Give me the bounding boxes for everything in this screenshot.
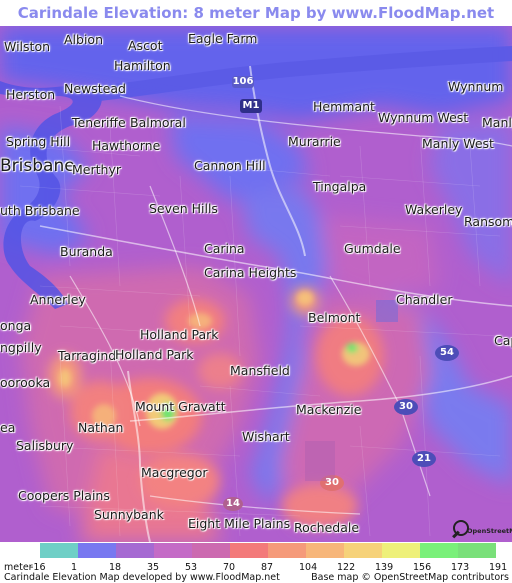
place-label-rochedale: Rochedale [294,520,360,535]
belmont-airport-block [376,300,398,322]
place-label-teneriffe: Teneriffe [72,115,126,130]
place-label-cannon-hill: Cannon Hill [194,158,266,173]
place-label-carina: Carina [204,241,245,256]
place-label-hamilton: Hamilton [114,58,171,73]
road-shield-m1: M1 [242,100,260,111]
place-label-manly: Manly [482,115,512,130]
place-label-buranda: Buranda [60,244,113,259]
place-label-coopers-plains: Coopers Plains [18,488,110,503]
road-shield-54: 54 [440,347,454,358]
openstreetmap-logo-text: OpenStreetMap [467,527,512,535]
place-label-gumdale: Gumdale [344,241,401,256]
place-label-brisbane: Brisbane [0,156,75,176]
place-label-wynnum: Wynnum [448,79,504,94]
legend-swatch-10 [420,543,458,558]
place-label-merthyr: Merthyr [72,162,121,177]
legend-swatch-6 [268,543,306,558]
place-label-wilston: Wilston [4,39,51,54]
legend-swatch-11 [458,543,496,558]
place-label-eight-mile-plains: Eight Mile Plains [188,516,291,531]
place-label-yeronga: onga [0,318,32,333]
place-label-albion: Albion [64,32,104,47]
page-title: Carindale Elevation: 8 meter Map by www.… [17,4,495,48]
place-label-moorooka: oorooka [0,375,51,390]
place-label-holland-park-2: Holland Park [115,347,194,362]
legend-swatch-2 [116,543,154,558]
place-label-carina-heights: Carina Heights [204,265,297,280]
place-label-rocklea: ea [0,420,16,435]
place-label-mackenzie: Mackenzie [296,402,362,417]
place-label-ascot: Ascot [128,38,163,53]
place-label-wynnum-west: Wynnum West [378,110,469,125]
legend-swatch-1 [78,543,116,558]
place-label-eagle-farm: Eagle Farm [188,31,258,46]
place-label-holland-park: Holland Park [140,327,219,342]
place-label-macgregor: Macgregor [141,465,208,480]
place-label-balmoral: Balmoral [130,115,186,130]
macgregor-hill [140,455,220,507]
place-label-annerley: Annerley [30,292,86,307]
place-label-sunnybank: Sunnybank [94,507,164,522]
elevation-legend: meter -16 1 18 35 53 70 87 104 122 139 156 173 191 C… [0,542,512,583]
road-shield-21: 21 [417,453,431,464]
place-label-ransome: Ransome [464,214,512,229]
elevation-map[interactable]: Wilston Albion Ascot Eagle Farm Hamilton… [0,26,512,542]
place-label-nathan: Nathan [78,420,124,435]
openstreetmap-logo: OpenStreetMap [451,520,512,542]
place-label-capalaba: Cap [494,333,512,348]
legend-swatch-7 [306,543,344,558]
legend-swatch-3 [154,543,192,558]
place-label-hawthorne: Hawthorne [92,138,161,153]
road-shield-30a: 30 [399,401,413,412]
place-label-belmont: Belmont [308,310,361,325]
place-label-tingalpa: Tingalpa [313,179,367,194]
place-label-newstead: Newstead [64,81,126,96]
place-label-herston: Herston [6,87,56,102]
legend-swatch-4 [192,543,230,558]
belmont-north-summit [297,291,313,305]
legend-swatch-8 [344,543,382,558]
legend-swatch-0 [40,543,78,558]
legend-swatch-9 [382,543,420,558]
road-shield-14: 14 [226,498,240,509]
place-label-mansfield: Mansfield [230,363,290,378]
place-label-salisbury: Salisbury [16,438,74,453]
legend-swatch-5 [230,543,268,558]
credit-left: Carindale Elevation Map developed by www… [4,572,280,583]
credit-right: Base map © OpenStreetMap contributors [311,572,509,583]
place-label-south-brisbane: uth Brisbane [0,203,80,218]
belmont-peak [346,343,358,353]
place-label-wakerley: Wakerley [405,202,463,217]
road-shield-106: 106 [232,76,254,87]
place-label-yeerongpilly: ngpilly [0,340,42,355]
place-label-wishart: Wishart [242,429,290,444]
place-label-manly-west: Manly West [422,136,494,151]
place-label-spring-hill: Spring Hill [6,134,71,149]
place-label-hemmant: Hemmant [313,99,375,114]
quarry-block [305,441,335,481]
place-label-murarrie: Murarrie [288,134,341,149]
place-label-mount-gravatt: Mount Gravatt [135,399,226,414]
place-label-chandler: Chandler [396,292,453,307]
place-label-seven-hills: Seven Hills [149,201,218,216]
place-label-tarragindi: Tarragindi [58,348,120,363]
road-shield-30b: 30 [325,477,339,488]
